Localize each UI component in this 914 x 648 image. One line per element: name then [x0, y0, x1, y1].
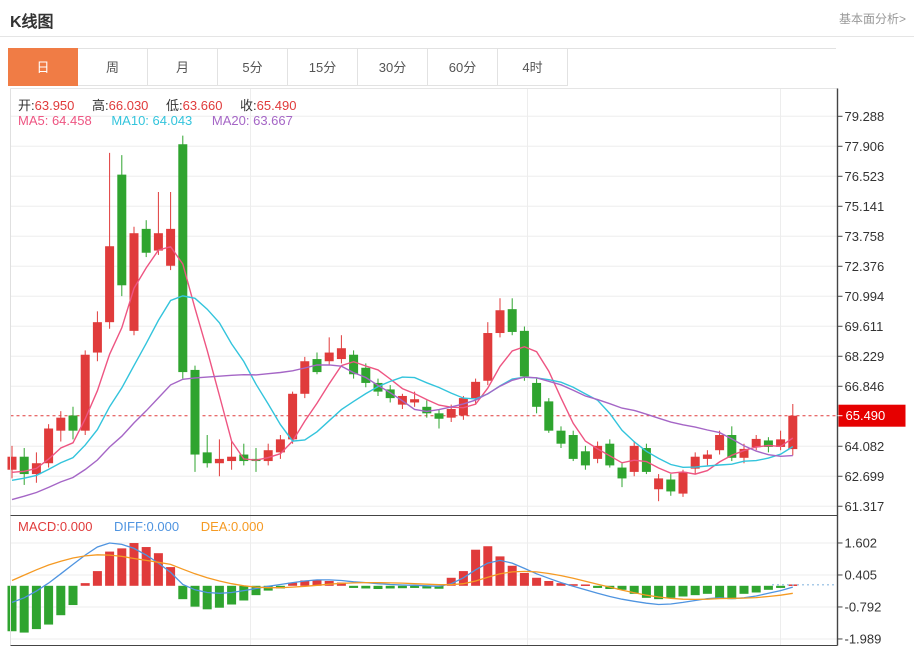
price-axis-labels: 79.288 77.906 76.523 75.141 73.758 72.376 70.9… — [838, 109, 885, 514]
svg-text:1.602: 1.602 — [845, 535, 878, 550]
svg-text:79.288: 79.288 — [845, 109, 885, 124]
svg-text:77.906: 77.906 — [845, 139, 885, 154]
ohlc-legend: 开:63.950 高:66.030 低:63.660 收:65.490 — [18, 95, 310, 114]
open-value: 63.950 — [35, 98, 75, 113]
macd-legend: MACD:0.000 DIFF:0.000 DEA:0.000 — [18, 519, 282, 534]
vertical-gridlines — [251, 89, 781, 646]
svg-text:75.141: 75.141 — [845, 199, 885, 214]
svg-text:66.846: 66.846 — [845, 379, 885, 394]
diff-line — [12, 543, 793, 605]
ma20-line — [12, 365, 793, 500]
svg-text:-1.989: -1.989 — [845, 631, 882, 646]
svg-text:0.405: 0.405 — [845, 567, 878, 582]
ma5-line — [12, 247, 793, 474]
svg-text:72.376: 72.376 — [845, 259, 885, 274]
close-label: 收: — [240, 98, 257, 113]
svg-text:64.082: 64.082 — [845, 439, 885, 454]
macd-value: MACD:0.000 — [18, 519, 92, 534]
kline-page: K线图 基本面分析> 日周月5分15分30分60分4时 79.28877.906… — [0, 0, 914, 648]
svg-text:-0.792: -0.792 — [845, 599, 882, 614]
macd-axis-labels: 1.602 0.405 -0.792 -1.989 — [838, 535, 882, 646]
dea-value: DEA:0.000 — [201, 519, 264, 534]
low-label: 低: — [166, 98, 183, 113]
diff-value: DIFF:0.000 — [114, 519, 179, 534]
svg-text:68.229: 68.229 — [845, 349, 885, 364]
ma-legend: MA5: 64.458 MA10: 64.043 MA20: 63.667 — [18, 113, 309, 128]
open-label: 开: — [18, 98, 35, 113]
ma20-value: MA20: 63.667 — [212, 113, 293, 128]
svg-text:70.994: 70.994 — [845, 289, 885, 304]
svg-text:61.317: 61.317 — [845, 499, 885, 514]
low-value: 63.660 — [183, 98, 223, 113]
svg-text:73.758: 73.758 — [845, 229, 885, 244]
current-price-badge: 65.490 — [838, 405, 906, 427]
svg-text:76.523: 76.523 — [845, 169, 885, 184]
svg-text:65.490: 65.490 — [846, 408, 886, 423]
high-value: 66.030 — [109, 98, 149, 113]
ma5-value: MA5: 64.458 — [18, 113, 92, 128]
svg-text:69.611: 69.611 — [845, 319, 884, 334]
close-value: 65.490 — [257, 98, 297, 113]
ma10-value: MA10: 64.043 — [111, 113, 192, 128]
svg-text:62.699: 62.699 — [845, 469, 885, 484]
dea-line — [12, 555, 793, 600]
high-label: 高: — [92, 98, 109, 113]
